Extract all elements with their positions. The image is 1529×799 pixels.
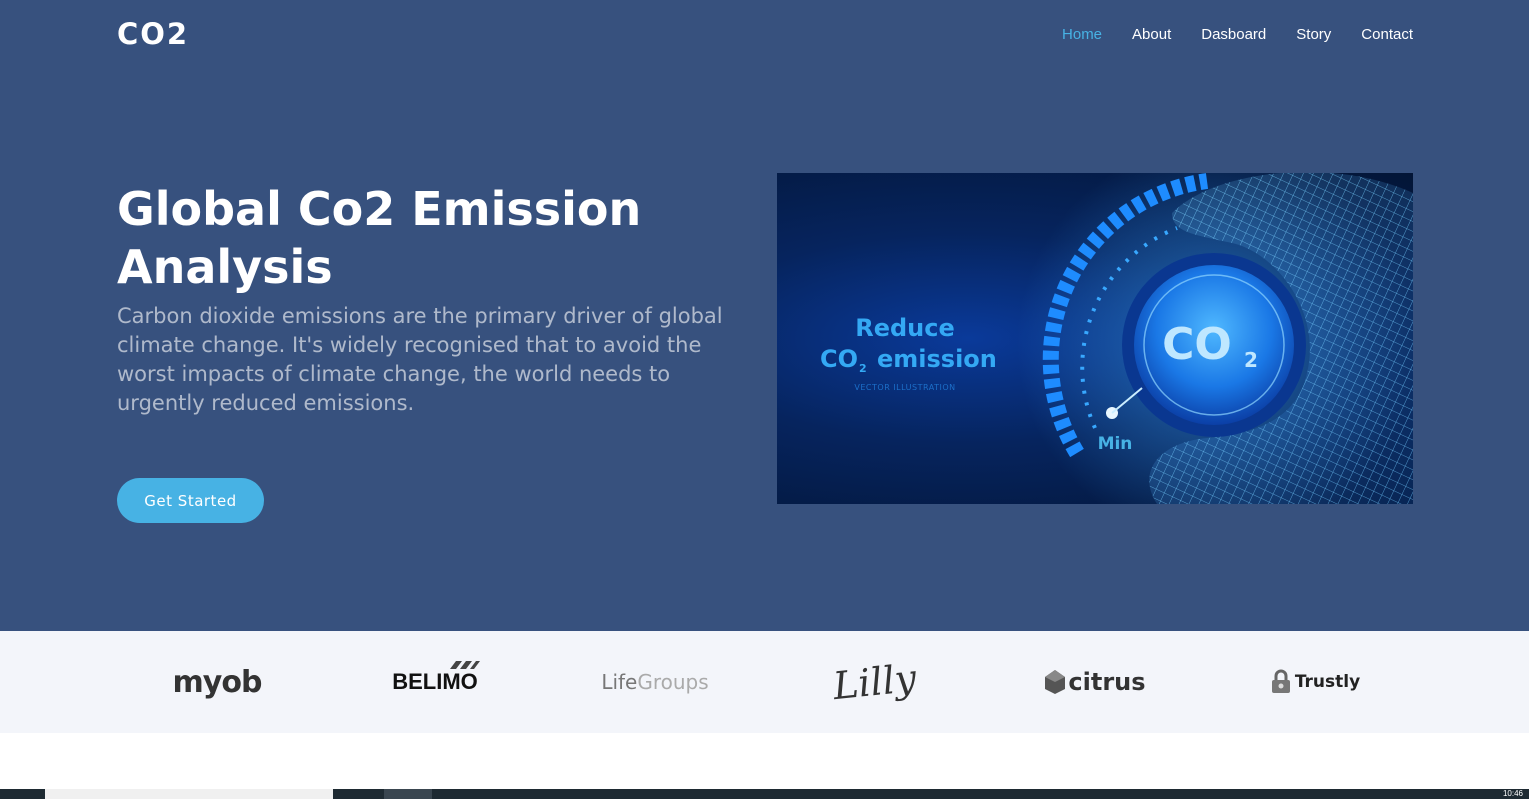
nav-story[interactable]: Story: [1296, 26, 1331, 43]
belimo-mark-icon: [449, 661, 480, 669]
taskbar-search-box[interactable]: [45, 789, 333, 799]
reduce-text: Reduce: [855, 314, 955, 342]
nav-about[interactable]: About: [1132, 26, 1171, 43]
main-nav: Home About Dasboard Story Contact: [1032, 26, 1413, 43]
lilly-wordmark: Lilly: [831, 655, 919, 709]
citrus-wordmark: citrus: [1068, 668, 1146, 696]
hero-title: Global Co2 Emission Analysis: [117, 180, 737, 296]
dial-co-text: CO: [1162, 319, 1232, 370]
client-logo-lifegroups: Life Groups: [600, 631, 710, 733]
dial-min-label: Min: [1098, 434, 1133, 454]
lifegroups-life: Life: [601, 670, 638, 694]
vector-illustration-text: VECTOR ILLUSTRATION: [854, 383, 955, 392]
get-started-button[interactable]: Get Started: [117, 478, 264, 523]
client-logo-trustly: Trustly: [1260, 631, 1370, 733]
dial-sub-text: 2: [1244, 348, 1258, 372]
illus-sub2-text: 2: [859, 362, 867, 375]
trustly-wordmark: Trustly: [1294, 672, 1361, 692]
taskbar-clock[interactable]: 10:46: [1503, 790, 1523, 798]
lifegroups-groups: Groups: [637, 670, 709, 694]
nav-contact[interactable]: Contact: [1361, 26, 1413, 43]
clients-section: myob BELIMO Life Groups Lilly citrus Trus…: [0, 631, 1529, 733]
hero-section: CO2 Home About Dasboard Story Contact Gl…: [0, 0, 1529, 631]
taskbar-app-icon[interactable]: [384, 789, 432, 799]
os-taskbar: 10:46: [0, 789, 1529, 799]
citrus-mark-icon: [1045, 670, 1066, 694]
lock-icon: [1271, 669, 1290, 693]
hero-illustration: CO 2 Min Reduce CO 2 emission VECTOR ILL…: [777, 173, 1413, 504]
illus-co-text: CO: [820, 345, 858, 373]
co2-dial-illustration: CO 2 Min Reduce CO 2 emission VECTOR ILL…: [820, 173, 1413, 504]
client-logo-myob: myob: [157, 631, 277, 733]
emission-text: emission: [877, 345, 997, 373]
belimo-wordmark: BELIMO: [392, 669, 478, 694]
myob-wordmark: myob: [172, 664, 263, 700]
client-logo-lilly: Lilly: [820, 631, 930, 733]
nav-dashboard[interactable]: Dasboard: [1201, 26, 1266, 43]
hero-description: Carbon dioxide emissions are the primary…: [117, 304, 723, 415]
hero-title-line2: Analysis: [117, 240, 333, 294]
nav-home[interactable]: Home: [1062, 26, 1102, 43]
client-logo-citrus: citrus: [1040, 631, 1150, 733]
site-logo[interactable]: CO2: [117, 17, 189, 51]
client-logo-belimo: BELIMO: [380, 631, 490, 733]
hero-title-line1: Global Co2 Emission: [117, 182, 642, 236]
